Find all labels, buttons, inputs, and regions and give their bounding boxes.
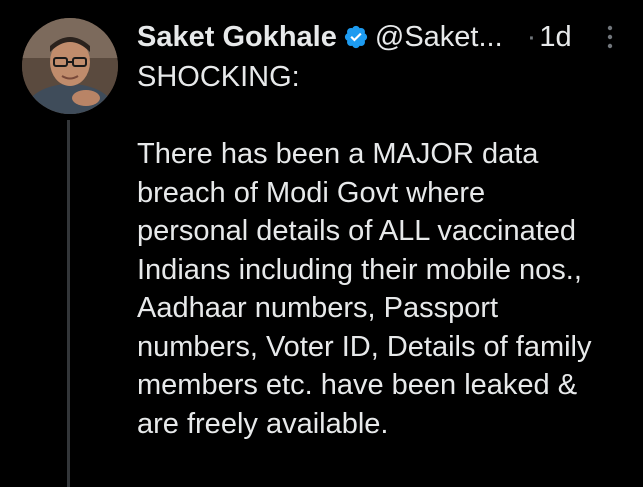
avatar-image	[22, 18, 118, 114]
tweet-body-line: personal details of ALL vaccinated	[137, 215, 577, 247]
tweet-body-line: are freely available.	[137, 407, 389, 440]
avatar[interactable]	[22, 18, 118, 114]
tweet-body-line: members etc. have been leaked &	[137, 369, 578, 401]
separator-dot: ·	[526, 20, 537, 53]
tweet-header: Saket Gokhale @Saket... · 1d	[137, 20, 643, 54]
verified-badge-icon	[344, 25, 367, 49]
handle[interactable]: @Saket...	[375, 21, 503, 54]
tweet-body-line: Aadhaar numbers, Passport	[137, 292, 499, 324]
display-name[interactable]: Saket Gokhale	[137, 21, 337, 54]
more-vertical-icon[interactable]	[605, 24, 615, 50]
tweet-body: There has been a MAJOR data breach of Mo…	[137, 135, 637, 443]
tweet-body-line: There has been a MAJOR data	[137, 138, 539, 170]
tweet-body-line: breach of Modi Govt where	[137, 176, 486, 209]
tweet-body-line: numbers, Voter ID, Details of family	[137, 330, 592, 363]
tweet-text: SHOCKING: There has been a MAJOR data br…	[137, 58, 637, 443]
timestamp[interactable]: 1d	[539, 21, 571, 54]
thread-line	[67, 120, 70, 487]
tweet-headline: SHOCKING:	[137, 61, 300, 93]
tweet-body-line: Indians including their mobile nos.,	[137, 253, 582, 286]
